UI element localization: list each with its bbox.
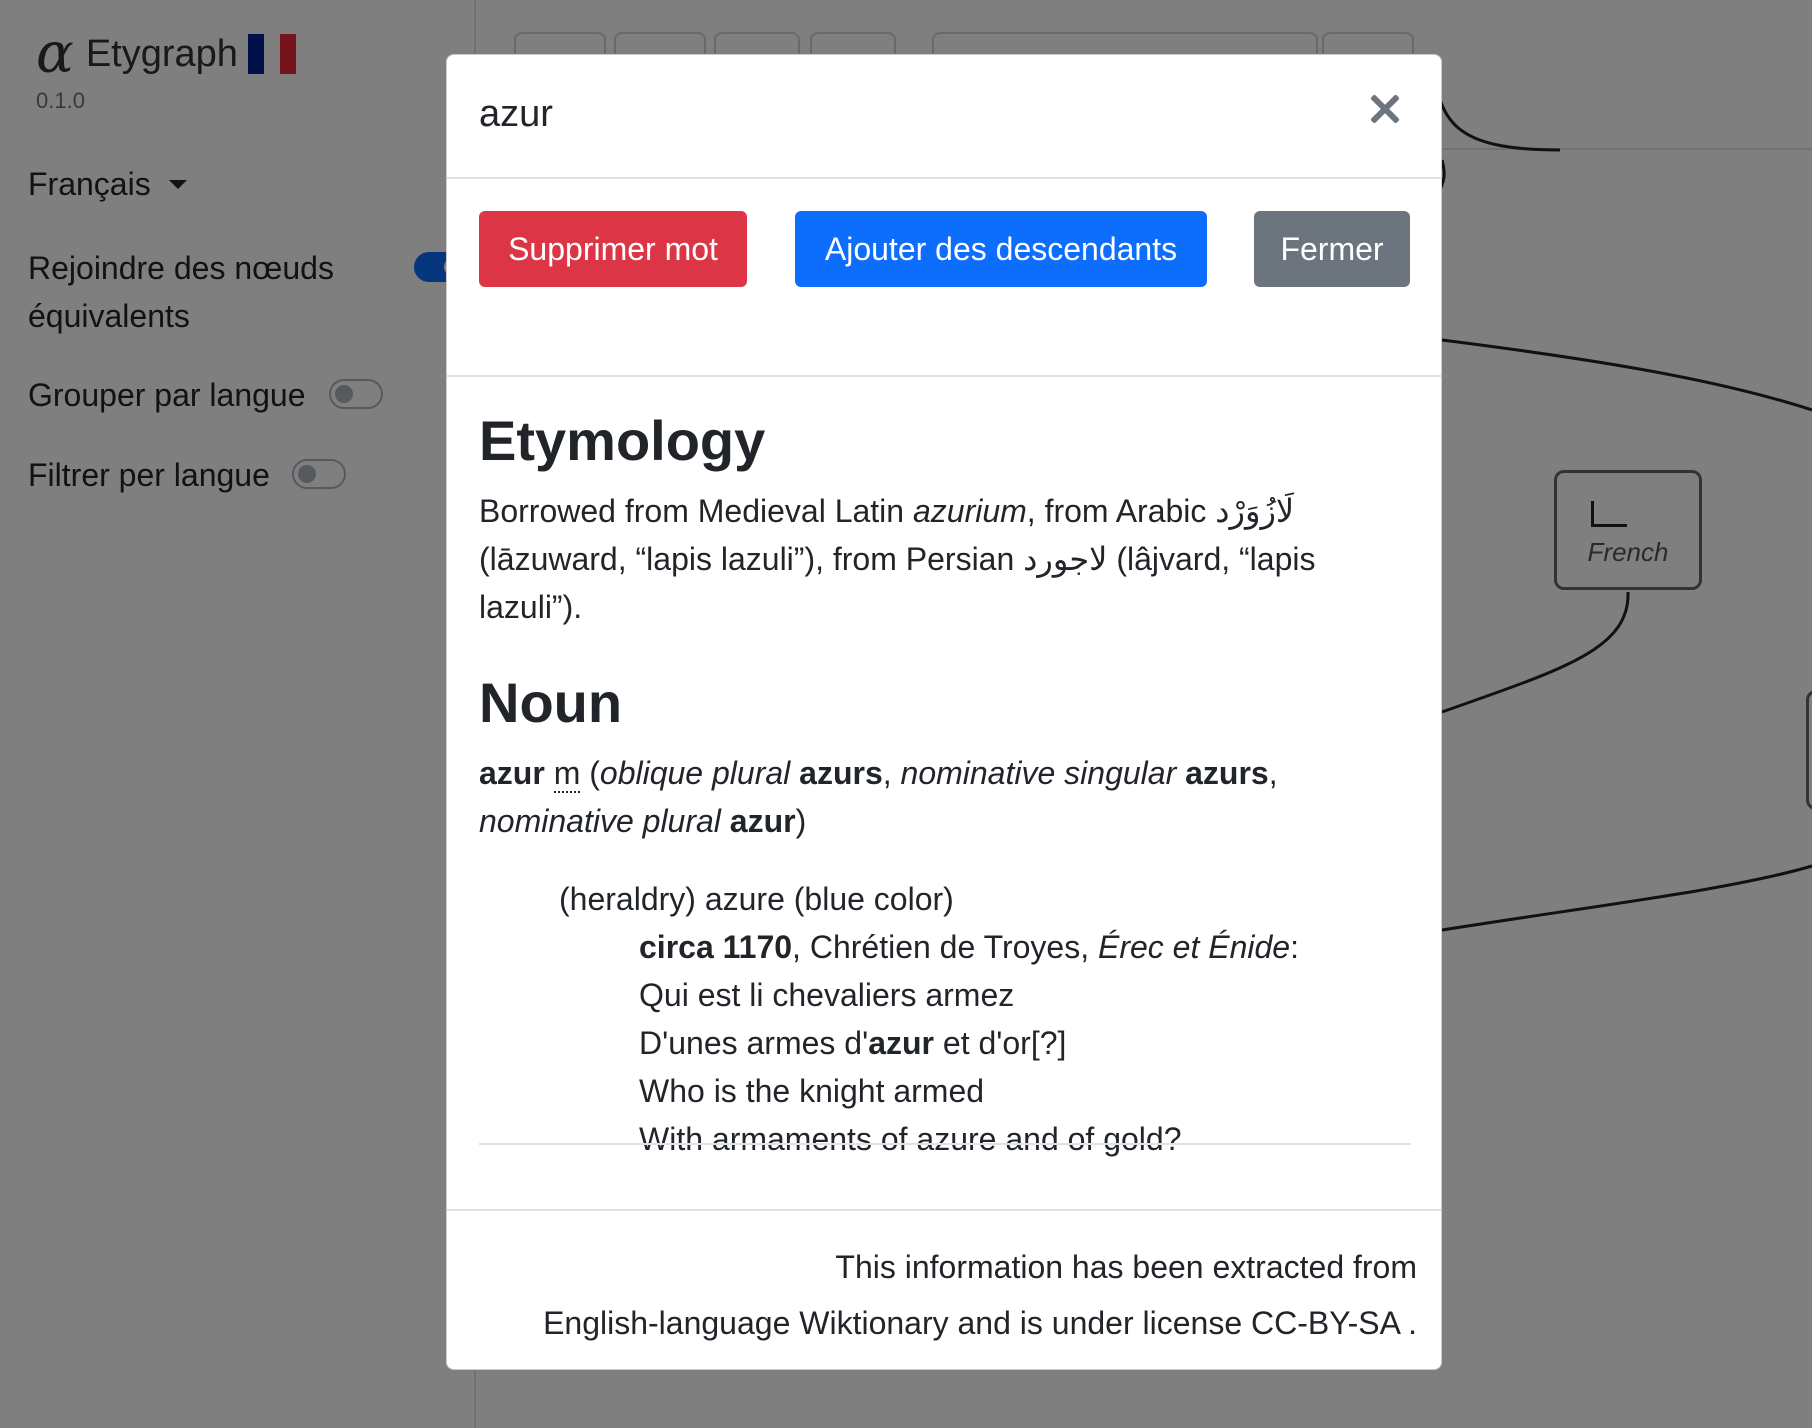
inflection-label: nominative plural <box>479 803 721 839</box>
delete-word-button[interactable]: Supprimer mot <box>479 211 747 287</box>
close-icon[interactable] <box>1367 91 1403 127</box>
quote-line: Qui est li chevaliers armez <box>639 977 1015 1013</box>
quote-citation: circa 1170, Chrétien de Troyes, Érec et … <box>639 923 1411 971</box>
sense-definition: (heraldry) azure (blue color) <box>559 881 954 917</box>
add-descendants-button[interactable]: Ajouter des descendants <box>795 211 1207 287</box>
inflection-form: azur <box>729 803 796 839</box>
quote-text: D'unes armes d' <box>639 1025 869 1061</box>
etymology-heading: Etymology <box>479 409 766 472</box>
headword: azur <box>479 755 545 791</box>
paren: ) <box>795 803 807 839</box>
etymology-text-part: (lāzuward, “lapis lazuli”), from Persian <box>479 541 1024 577</box>
modal-title: azur <box>479 93 553 135</box>
etymology-text-part: Borrowed from Medieval Latin <box>479 493 913 529</box>
noun-headword-line: azur m (oblique plural azurs, nominative… <box>479 755 1278 839</box>
close-button[interactable]: Fermer <box>1254 211 1410 287</box>
quote-highlight: azur <box>868 1025 934 1061</box>
gender-abbr: m <box>553 755 581 793</box>
arabic-word: لَازُوَرْد <box>1215 492 1295 530</box>
inflection-form: azurs <box>799 755 883 791</box>
modal-body: Etymology Borrowed from Medieval Latin a… <box>479 377 1411 1163</box>
quote-work: Érec et Énide <box>1097 929 1291 965</box>
inflection-form: azurs <box>1185 755 1269 791</box>
word-modal: azur Supprimer mot Ajouter des descendan… <box>446 54 1442 1370</box>
latin-word: azurium <box>912 493 1027 529</box>
quote-colon: : <box>1290 929 1299 965</box>
modal-header: azur <box>447 55 1441 179</box>
content-divider <box>479 1143 1411 1145</box>
quote-line: D'unes armes d'azur et d'or[?] <box>639 1019 1411 1067</box>
persian-word: لاجورد <box>1023 540 1108 578</box>
license-line: English-language Wiktionary and is under… <box>543 1305 1417 1341</box>
quote-text: et d'or[?] <box>934 1025 1067 1061</box>
translation-line: With armaments of azure and of gold? <box>639 1121 1182 1157</box>
modal-footer: This information has been extracted from… <box>447 1209 1441 1371</box>
noun-heading: Noun <box>479 671 623 734</box>
modal-actions: Supprimer mot Ajouter des descendants Fe… <box>447 179 1441 377</box>
translation-line: Who is the knight armed <box>639 1073 985 1109</box>
quote-author: , Chrétien de Troyes, <box>792 929 1098 965</box>
paren: ( <box>580 755 600 791</box>
inflection-label: oblique plural <box>599 755 791 791</box>
license-line: This information has been extracted from <box>835 1249 1417 1285</box>
quote-date: circa 1170 <box>639 929 793 965</box>
license-notice: This information has been extracted from… <box>543 1239 1417 1351</box>
etymology-text-part: , from Arabic <box>1026 493 1216 529</box>
etymology-text: Borrowed from Medieval Latin azurium, fr… <box>479 487 1411 631</box>
inflection-label: nominative singular <box>900 755 1177 791</box>
